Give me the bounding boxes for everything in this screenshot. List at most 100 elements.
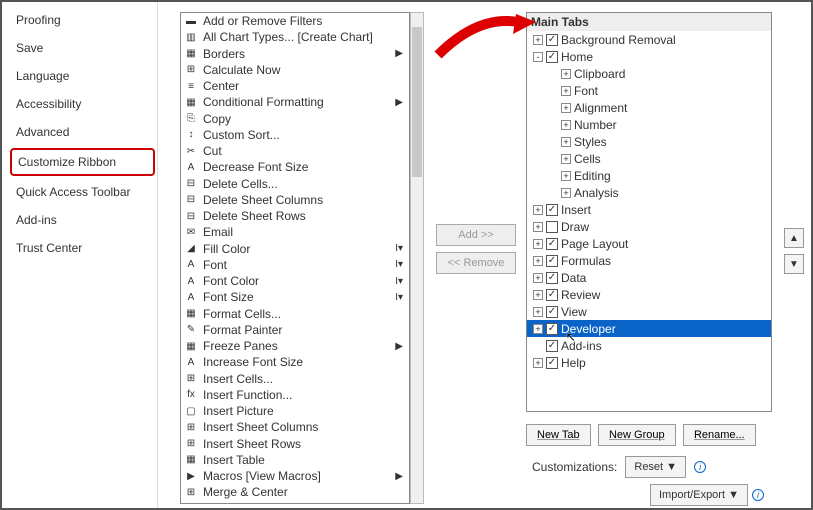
- tree-item[interactable]: +Font: [527, 82, 771, 99]
- command-item[interactable]: ▢Insert Picture: [181, 403, 409, 419]
- command-item[interactable]: ⊟Delete Sheet Columns: [181, 192, 409, 208]
- expand-icon[interactable]: +: [561, 69, 571, 79]
- scrollbar-thumb[interactable]: [412, 27, 422, 177]
- command-item[interactable]: AFont SizeI▾: [181, 289, 409, 305]
- commands-scrollbar[interactable]: [410, 12, 424, 504]
- command-item[interactable]: ⎘Copy: [181, 111, 409, 127]
- tree-item[interactable]: +✓View: [527, 303, 771, 320]
- nav-item[interactable]: Add-ins: [8, 206, 157, 234]
- nav-item[interactable]: Advanced: [8, 118, 157, 146]
- move-down-button[interactable]: ▼: [784, 254, 804, 274]
- tree-item[interactable]: ✓Add-ins: [527, 337, 771, 354]
- nav-item[interactable]: Trust Center: [8, 234, 157, 262]
- command-item[interactable]: ✎Format Painter: [181, 322, 409, 338]
- tree-item[interactable]: +✓Developer↖: [527, 320, 771, 337]
- tree-item[interactable]: +✓Data: [527, 269, 771, 286]
- expand-icon[interactable]: +: [533, 307, 543, 317]
- expand-icon[interactable]: +: [533, 324, 543, 334]
- checkbox[interactable]: ✓: [546, 204, 558, 216]
- checkbox[interactable]: ✓: [546, 238, 558, 250]
- command-item[interactable]: ADecrease Font Size: [181, 159, 409, 175]
- checkbox[interactable]: ✓: [546, 255, 558, 267]
- command-item[interactable]: ⊞Insert Cells...: [181, 371, 409, 387]
- expand-icon[interactable]: +: [561, 154, 571, 164]
- expand-icon[interactable]: +: [561, 171, 571, 181]
- tree-item[interactable]: +✓Insert: [527, 201, 771, 218]
- expand-icon[interactable]: +: [561, 120, 571, 130]
- expand-icon[interactable]: +: [533, 290, 543, 300]
- nav-item[interactable]: Save: [8, 34, 157, 62]
- command-item[interactable]: ▦Conditional Formatting▶: [181, 94, 409, 110]
- command-item[interactable]: ⊞Insert Sheet Columns: [181, 419, 409, 435]
- command-item[interactable]: AFontI▾: [181, 257, 409, 273]
- tree-item[interactable]: +Editing: [527, 167, 771, 184]
- expand-icon[interactable]: +: [533, 35, 543, 45]
- command-item[interactable]: ⊟Delete Cells...: [181, 176, 409, 192]
- command-item[interactable]: ↕Custom Sort...: [181, 127, 409, 143]
- tree-item[interactable]: +Analysis: [527, 184, 771, 201]
- command-item[interactable]: ▦Format Cells...: [181, 306, 409, 322]
- checkbox[interactable]: ✓: [546, 34, 558, 46]
- nav-item[interactable]: Customize Ribbon: [10, 148, 155, 176]
- checkbox[interactable]: ✓: [546, 340, 558, 352]
- new-group-button[interactable]: New Group: [598, 424, 676, 446]
- nav-item[interactable]: Accessibility: [8, 90, 157, 118]
- remove-button[interactable]: << Remove: [436, 252, 516, 274]
- nav-item[interactable]: Language: [8, 62, 157, 90]
- command-item[interactable]: AIncrease Font Size: [181, 354, 409, 370]
- command-item[interactable]: ✂Cut: [181, 143, 409, 159]
- command-item[interactable]: ▥All Chart Types... [Create Chart]: [181, 29, 409, 45]
- nav-item[interactable]: Proofing: [8, 6, 157, 34]
- tree-item[interactable]: +✓Formulas: [527, 252, 771, 269]
- tree-item[interactable]: +Styles: [527, 133, 771, 150]
- move-up-button[interactable]: ▲: [784, 228, 804, 248]
- command-item[interactable]: ⊞Calculate Now: [181, 62, 409, 78]
- command-item[interactable]: AFont ColorI▾: [181, 273, 409, 289]
- import-export-dropdown[interactable]: Import/Export ▼: [650, 484, 748, 506]
- checkbox[interactable]: ✓: [546, 289, 558, 301]
- tree-item[interactable]: +✓Help: [527, 354, 771, 371]
- expand-icon[interactable]: +: [533, 256, 543, 266]
- add-button[interactable]: Add >>: [436, 224, 516, 246]
- expand-icon[interactable]: +: [533, 205, 543, 215]
- info-icon[interactable]: i: [694, 461, 706, 473]
- command-item[interactable]: ◢Fill ColorI▾: [181, 241, 409, 257]
- checkbox[interactable]: ✓: [546, 306, 558, 318]
- tree-item[interactable]: +Draw: [527, 218, 771, 235]
- command-item[interactable]: ⊞Insert Sheet Rows: [181, 436, 409, 452]
- command-item[interactable]: ▬Add or Remove Filters: [181, 13, 409, 29]
- command-item[interactable]: ▦Borders▶: [181, 46, 409, 62]
- checkbox[interactable]: ✓: [546, 51, 558, 63]
- expand-icon[interactable]: +: [533, 239, 543, 249]
- expand-icon[interactable]: +: [561, 86, 571, 96]
- tree-item[interactable]: -✓Home: [527, 48, 771, 65]
- command-item[interactable]: ▦Insert Table: [181, 452, 409, 468]
- expand-icon[interactable]: +: [533, 222, 543, 232]
- checkbox[interactable]: ✓: [546, 357, 558, 369]
- expand-icon[interactable]: +: [561, 188, 571, 198]
- new-tab-button[interactable]: New Tab: [526, 424, 591, 446]
- expand-icon[interactable]: +: [533, 358, 543, 368]
- tree-item[interactable]: +Number: [527, 116, 771, 133]
- command-item[interactable]: ▶Macros [View Macros]▶: [181, 468, 409, 484]
- tree-item[interactable]: +Clipboard: [527, 65, 771, 82]
- expand-icon[interactable]: +: [561, 103, 571, 113]
- tree-item[interactable]: +✓Page Layout: [527, 235, 771, 252]
- tree-item[interactable]: +Alignment: [527, 99, 771, 116]
- nav-item[interactable]: Quick Access Toolbar: [8, 178, 157, 206]
- info-icon[interactable]: i: [752, 489, 764, 501]
- expand-icon[interactable]: +: [533, 273, 543, 283]
- expand-icon[interactable]: +: [561, 137, 571, 147]
- command-item[interactable]: ≡Center: [181, 78, 409, 94]
- checkbox[interactable]: ✓: [546, 272, 558, 284]
- command-item[interactable]: ✉Email: [181, 224, 409, 240]
- tree-item[interactable]: +✓Background Removal: [527, 31, 771, 48]
- tree-item[interactable]: +Cells: [527, 150, 771, 167]
- collapse-icon[interactable]: -: [533, 52, 543, 62]
- rename-button[interactable]: Rename...: [683, 424, 756, 446]
- checkbox[interactable]: [546, 221, 558, 233]
- reset-dropdown[interactable]: Reset ▼: [625, 456, 686, 478]
- command-item[interactable]: ⊟Delete Sheet Rows: [181, 208, 409, 224]
- main-tabs-tree[interactable]: Main Tabs +✓Background Removal-✓Home+Cli…: [526, 12, 772, 412]
- checkbox[interactable]: ✓: [546, 323, 558, 335]
